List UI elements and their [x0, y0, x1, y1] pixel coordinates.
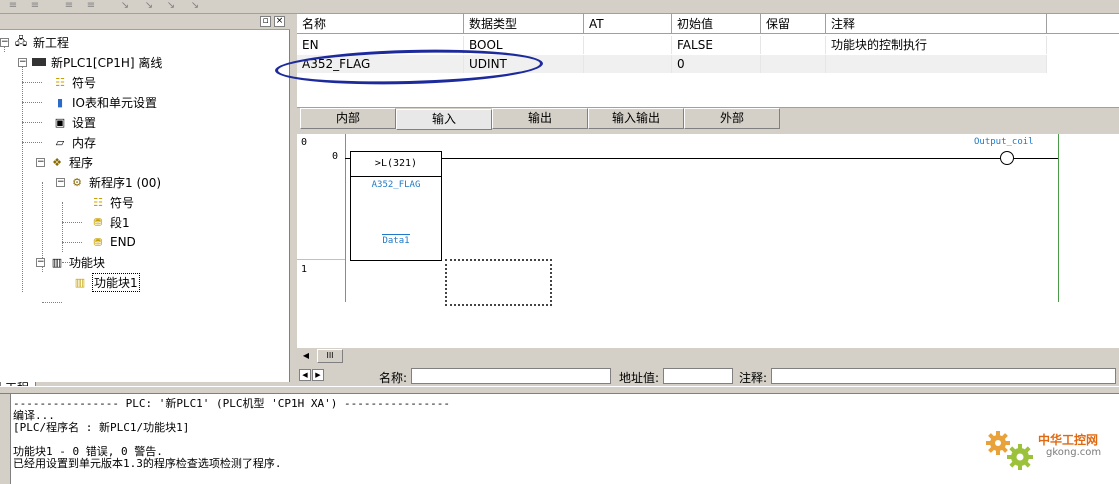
arrow-icon[interactable]: ↘: [142, 0, 156, 12]
plc-icon: [31, 55, 47, 69]
col-comment[interactable]: 注释: [826, 14, 1047, 34]
comment-label: 注释:: [739, 371, 768, 385]
wire: [442, 158, 1000, 159]
operand-1: A352_FLAG: [371, 180, 421, 190]
collapse-icon[interactable]: −: [36, 157, 45, 167]
settings-icon: ▣: [54, 115, 66, 129]
address-field[interactable]: [663, 368, 733, 384]
comparison-instruction-block[interactable]: >L(321) A352_FLAG Data1: [350, 151, 442, 261]
output-line: ---------------- PLC: '新PLC1' (PLC机型 'CP…: [13, 397, 450, 410]
tree-item-memory[interactable]: ▱ 内存: [52, 132, 96, 152]
program-icon: ⚙: [72, 175, 82, 189]
tree-item-end[interactable]: ⛃ END: [90, 232, 135, 252]
project-tree-panel: ▫ × − 🖧 新工程 − 新PLC1[CP1H] 离线 ☷ 符号 ▮ IO表和…: [0, 14, 290, 396]
col-initial-value[interactable]: 初始值: [672, 14, 761, 34]
operand-2: Data1: [382, 234, 410, 246]
rung-gutter: 0 0 1: [297, 134, 345, 348]
tab-external[interactable]: 外部: [684, 108, 780, 129]
list-icon[interactable]: ≡: [62, 0, 76, 12]
collapse-icon[interactable]: −: [18, 57, 27, 67]
col-data-type[interactable]: 数据类型: [464, 14, 584, 34]
collapse-icon[interactable]: −: [0, 37, 9, 47]
output-gutter: [0, 394, 10, 484]
tree-item-settings[interactable]: ▣ 设置: [52, 112, 96, 132]
tree-item-section1[interactable]: ⛃ 段1: [90, 212, 129, 232]
output-coil-icon[interactable]: [1000, 151, 1014, 165]
tab-internal[interactable]: 内部: [300, 108, 396, 129]
function-block-icon: ▥: [74, 275, 86, 289]
right-power-rail: [1058, 134, 1059, 302]
table-row[interactable]: EN BOOL FALSE 功能块的控制执行: [297, 36, 1047, 54]
programs-icon: ❖: [52, 155, 62, 169]
cursor-selection-box[interactable]: [445, 259, 552, 306]
tree-item-programs[interactable]: − ❖ 程序: [36, 152, 93, 172]
instruction-name: >L(321): [351, 152, 441, 177]
close-icon[interactable]: ×: [274, 16, 285, 27]
list-icon[interactable]: ≡: [6, 0, 20, 12]
network-icon: 🖧: [14, 34, 28, 48]
tree-item-program1[interactable]: − ⚙ 新程序1 (00): [56, 172, 161, 192]
output-line: [PLC/程序名 : 新PLC1/功能块1]: [13, 421, 190, 434]
io-table-icon: ▮: [56, 95, 64, 109]
memory-icon: ▱: [55, 135, 65, 149]
toolbar: ≡ ≡ ≡ ≡ ↘ ↘ ↘ ↘: [0, 0, 1119, 14]
tree-item-io-table[interactable]: ▮ IO表和单元设置: [52, 92, 157, 112]
list-icon[interactable]: ≡: [28, 0, 42, 12]
symbols-icon: ☷: [93, 195, 103, 209]
scrollbar-thumb[interactable]: III: [317, 349, 343, 363]
col-at[interactable]: AT: [584, 14, 672, 34]
variable-table: 名称 数据类型 AT 初始值 保留 注释 EN BOOL FALSE 功能块的控…: [297, 14, 1119, 108]
ladder-editor[interactable]: 0 0 1 >L(321) A352_FLAG Data1 Output_coi…: [297, 134, 1119, 348]
tree-item-symbols[interactable]: ☷ 符号: [52, 72, 96, 92]
scroll-left-icon[interactable]: ◀: [299, 349, 313, 363]
section-icon: ⛃: [93, 215, 103, 229]
arrow-icon[interactable]: ↘: [188, 0, 202, 12]
horizontal-scrollbar[interactable]: ◀ III: [297, 348, 1119, 364]
function-block-icon: ▥: [51, 255, 63, 269]
step-number: 0: [332, 151, 339, 162]
variable-tabs: 内部 输入 输出 输入输出 外部: [297, 108, 1119, 130]
section-icon: ⛃: [93, 235, 103, 249]
panel-caption: ▫ ×: [0, 14, 290, 30]
tab-input[interactable]: 输入: [396, 109, 492, 130]
table-row[interactable]: A352_FLAG UDINT 0: [297, 55, 1047, 73]
tree-item-plc[interactable]: − 新PLC1[CP1H] 离线: [18, 52, 162, 72]
address-label: 地址值:: [619, 371, 660, 385]
variable-table-header: 名称 数据类型 AT 初始值 保留 注释: [297, 14, 1119, 34]
left-power-rail: [345, 134, 346, 302]
coil-label: Output_coil: [974, 137, 1034, 147]
output-window: ---------------- PLC: '新PLC1' (PLC机型 'CP…: [10, 394, 1119, 484]
restore-icon[interactable]: ▫: [260, 16, 271, 27]
tree-item-program-symbols[interactable]: ☷ 符号: [90, 192, 134, 212]
tab-input-output[interactable]: 输入输出: [588, 108, 684, 129]
col-retain[interactable]: 保留: [761, 14, 826, 34]
tree-item-fb1[interactable]: ▥ 功能块1: [72, 272, 140, 292]
symbols-icon: ☷: [55, 75, 65, 89]
list-icon[interactable]: ≡: [84, 0, 98, 12]
name-label: 名称:: [379, 371, 408, 385]
col-name[interactable]: 名称: [297, 14, 464, 34]
nav-next-icon[interactable]: ▶: [312, 369, 324, 381]
tree-item-project[interactable]: − 🖧 新工程: [0, 32, 69, 52]
rung-number: 0: [301, 137, 308, 148]
tab-output[interactable]: 输出: [492, 108, 588, 129]
info-bar: ◀ ▶ 名称: 地址值: 注释:: [297, 366, 1119, 386]
rung-number: 1: [301, 264, 308, 275]
arrow-icon[interactable]: ↘: [118, 0, 132, 12]
wire: [1014, 158, 1058, 159]
splitter[interactable]: [0, 386, 1119, 394]
tree-item-function-blocks[interactable]: − ▥ 功能块: [36, 252, 105, 272]
name-field[interactable]: [411, 368, 611, 384]
comment-field[interactable]: [771, 368, 1116, 384]
nav-prev-icon[interactable]: ◀: [299, 369, 311, 381]
output-line: 已经用设置到单元版本1.3的程序检查选项检测了程序.: [13, 457, 282, 470]
arrow-icon[interactable]: ↘: [164, 0, 178, 12]
collapse-icon[interactable]: −: [56, 177, 65, 187]
collapse-icon[interactable]: −: [36, 257, 45, 267]
